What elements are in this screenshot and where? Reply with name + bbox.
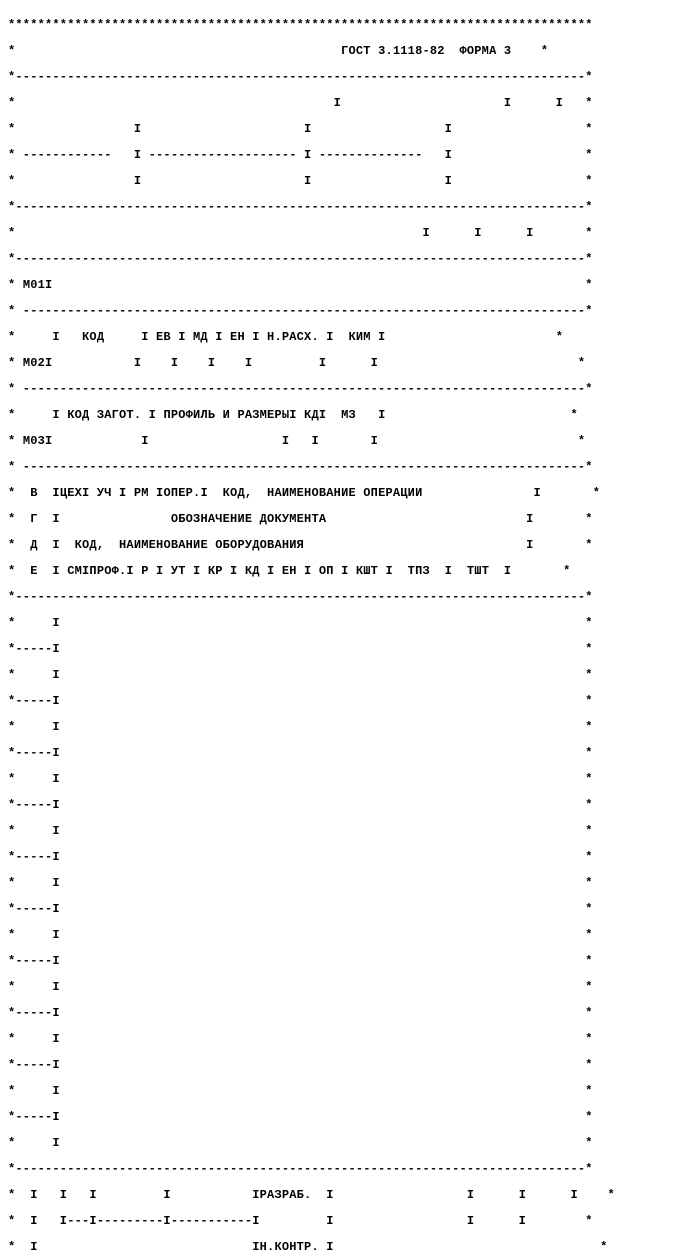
m02-label: М02I	[23, 356, 53, 370]
col-line-2: * I I I *	[8, 123, 692, 136]
block-d: * Д I КОД, НАИМЕНОВАНИЕ ОБОРУДОВАНИЯ I *	[8, 539, 692, 552]
body-dash: *-----I *	[8, 799, 692, 812]
body-dash: *-----I *	[8, 1007, 692, 1020]
body-row: * I *	[8, 721, 692, 734]
form-sheet: ****************************************…	[0, 0, 700, 630]
col-line-5: * I I I *	[8, 227, 692, 240]
col-line-1: * I I I *	[8, 97, 692, 110]
sign-line-1: * I I I I IРАЗРАБ. I I I I *	[8, 1189, 692, 1202]
m02-top: * I КОД I ЕВ I МД I ЕН I Н.РАСХ. I КИМ I…	[8, 331, 692, 344]
block-g-text: Г I ОБОЗНАЧЕНИЕ ДОКУМЕНТА I	[30, 512, 533, 526]
m01-row: * М01I *	[8, 279, 692, 292]
dash-body-end: *---------------------------------------…	[8, 1163, 692, 1176]
body-dash: *-----I *	[8, 955, 692, 968]
body-row: * I *	[8, 1137, 692, 1150]
col-line-4: * I I I *	[8, 175, 692, 188]
body-row: * I *	[8, 929, 692, 942]
body-dash: *-----I *	[8, 695, 692, 708]
body-row: * I *	[8, 773, 692, 786]
m02-cols: КОД I ЕВ I МД I ЕН I Н.РАСХ. I КИМ I	[82, 330, 385, 344]
body-dash: *-----I *	[8, 747, 692, 760]
body-dash: *-----I *	[8, 1111, 692, 1124]
body-dash: *-----I *	[8, 1059, 692, 1072]
body-row: * I *	[8, 617, 692, 630]
body-row: * I *	[8, 825, 692, 838]
body-dash: *-----I *	[8, 643, 692, 656]
nkontr-label: IН.КОНТР. I	[252, 1240, 333, 1254]
dash-block: *---------------------------------------…	[8, 591, 692, 604]
block-d-text: Д I КОД, НАИМЕНОВАНИЕ ОБОРУДОВАНИЯ I	[30, 538, 533, 552]
sign-line-2: * I I---I---------I-----------I I I I *	[8, 1215, 692, 1228]
body-row: * I *	[8, 1033, 692, 1046]
body-dash: *-----I *	[8, 851, 692, 864]
m02-row: * М02I I I I I I I *	[8, 357, 692, 370]
m03-label: М03I	[23, 434, 53, 448]
body-row: * I *	[8, 669, 692, 682]
body-row: * I *	[8, 1085, 692, 1098]
block-e-text: Е I СМIПРОФ.I Р I УТ I КР I КД I ЕН I ОП…	[30, 564, 511, 578]
block-g: * Г I ОБОЗНАЧЕНИЕ ДОКУМЕНТА I *	[8, 513, 692, 526]
dash-m03: * --------------------------------------…	[8, 461, 692, 474]
title-line: * ГОСТ 3.1118-82 ФОРМА 3 *	[8, 45, 692, 58]
col-line-3: * ------------ I -------------------- I …	[8, 149, 692, 162]
m03-row: * М03I I I I I *	[8, 435, 692, 448]
body-dash: *-----I *	[8, 903, 692, 916]
body-row: * I *	[8, 877, 692, 890]
dash-line-2: *---------------------------------------…	[8, 201, 692, 214]
m01-label: М01I	[23, 278, 53, 292]
block-b: * В IЦЕХI УЧ I РМ IОПЕР.I КОД, НАИМЕНОВА…	[8, 487, 692, 500]
star-top: ****************************************…	[8, 19, 692, 32]
block-b-text: В IЦЕХI УЧ I РМ IОПЕР.I КОД, НАИМЕНОВАНИ…	[30, 486, 541, 500]
sign-line-3: * I IН.КОНТР. I *	[8, 1241, 692, 1254]
block-e: * Е I СМIПРОФ.I Р I УТ I КР I КД I ЕН I …	[8, 565, 692, 578]
razrab-label: IРАЗРАБ. I	[252, 1188, 333, 1202]
dash-m01: * --------------------------------------…	[8, 305, 692, 318]
m03-cols: I КОД ЗАГОТ. I ПРОФИЛЬ И РАЗМЕРЫI КДI МЗ…	[52, 408, 385, 422]
dash-m02: * --------------------------------------…	[8, 383, 692, 396]
body-row: * I *	[8, 981, 692, 994]
form-title: ГОСТ 3.1118-82 ФОРМА 3	[341, 44, 511, 58]
dash-line-3: *---------------------------------------…	[8, 253, 692, 266]
dash-line: *---------------------------------------…	[8, 71, 692, 84]
m03-top: * I КОД ЗАГОТ. I ПРОФИЛЬ И РАЗМЕРЫI КДI …	[8, 409, 692, 422]
